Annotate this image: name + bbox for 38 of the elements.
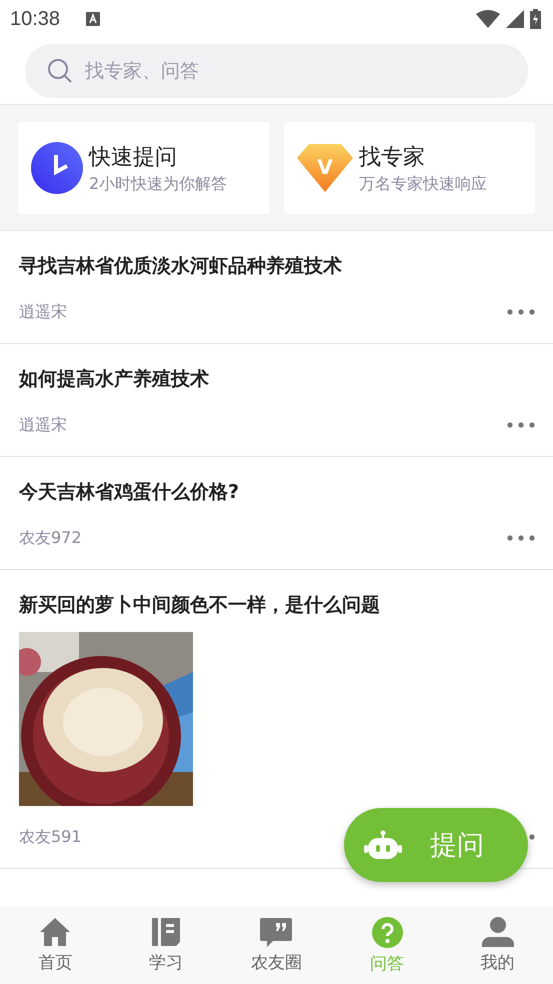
author-name: 农友972 <box>19 528 82 548</box>
question-title[interactable]: 新买回的萝卜中间颜色不一样，是什么问题 <box>19 590 535 620</box>
wifi-icon <box>476 10 500 28</box>
author-name: 逍遥宋 <box>19 302 67 322</box>
more-icon[interactable] <box>529 834 535 840</box>
card-title: 快速提问 <box>89 144 178 172</box>
more-icon[interactable] <box>507 422 535 428</box>
question-title[interactable]: 如何提高水产养殖技术 <box>19 364 535 394</box>
person-icon <box>482 917 514 947</box>
author-name: 农友591 <box>19 826 82 848</box>
shortcut-card[interactable]: V 找专家 万名专家快速响应 <box>284 122 535 214</box>
chat-icon <box>260 917 292 947</box>
shortcut-card[interactable]: 快速提问 2小时快速为你解答 <box>18 122 269 214</box>
search-icon <box>47 58 73 84</box>
card-subtitle: 2小时快速为你解答 <box>89 174 228 194</box>
nav-tab[interactable]: 学习 <box>110 907 222 984</box>
keyboard-notification-icon <box>86 12 100 26</box>
book-icon <box>152 917 180 947</box>
question-icon <box>372 916 403 948</box>
more-icon[interactable] <box>507 535 535 541</box>
nav-tab[interactable]: 农友圈 <box>221 907 332 984</box>
home-icon <box>39 917 72 947</box>
question-title[interactable]: 寻找吉林省优质淡水河虾品种养殖技术 <box>19 251 535 281</box>
card-subtitle: 万名专家快速响应 <box>359 174 487 194</box>
signal-icon <box>506 10 524 28</box>
more-icon[interactable] <box>507 309 535 315</box>
battery-icon <box>530 9 541 29</box>
search-field[interactable]: 找专家、问答 <box>25 44 528 98</box>
author-name: 逍遥宋 <box>19 414 67 436</box>
clock-icon <box>31 142 83 194</box>
status-time: 10:38 <box>10 8 60 30</box>
question-title[interactable]: 今天吉林省鸡蛋什么价格? <box>19 477 535 507</box>
card-title: 找专家 <box>359 144 426 172</box>
search-input[interactable]: 找专家、问答 <box>85 44 506 98</box>
diamond-icon: V <box>297 143 353 193</box>
robot-icon <box>364 830 402 860</box>
nav-tab[interactable]: 首页 <box>0 907 111 984</box>
nav-tab[interactable]: 我的 <box>442 907 553 984</box>
